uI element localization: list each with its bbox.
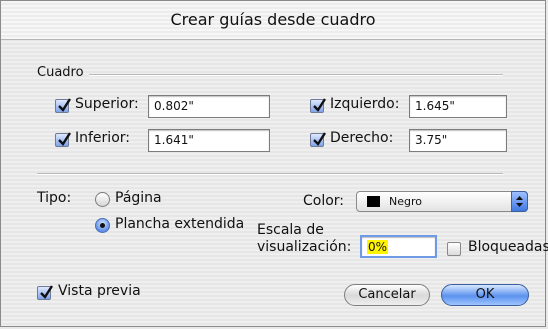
izquierdo-input[interactable]: 1.645" <box>409 95 507 118</box>
radio-plancha-extendida-label: Plancha extendida <box>115 216 245 232</box>
color-swatch <box>367 196 380 207</box>
derecho-label: Derecho: <box>330 130 394 146</box>
bloqueadas-label: Bloqueadas <box>468 239 548 255</box>
escala-label: Escala de visualización: <box>257 222 351 256</box>
derecho-input[interactable]: 3.75" <box>409 129 507 152</box>
inferior-label: Inferior: <box>75 130 130 146</box>
color-label: Color: <box>303 193 345 209</box>
cancel-button[interactable]: Cancelar <box>344 284 430 306</box>
color-select[interactable]: Negro <box>356 191 528 212</box>
tipo-label: Tipo: <box>37 190 72 206</box>
checkmark-icon <box>58 132 71 146</box>
vista-previa-checkbox[interactable] <box>37 285 53 300</box>
dialog-title: Crear guías desde cuadro <box>1 1 545 40</box>
izquierdo-label: Izquierdo: <box>330 96 400 112</box>
escala-value: 0% <box>367 240 389 254</box>
escala-label-line2: visualización: <box>257 239 352 255</box>
cuadro-group-label: Cuadro <box>37 65 84 80</box>
derecho-checkbox[interactable] <box>310 132 326 147</box>
radio-pagina[interactable] <box>95 192 110 207</box>
radio-pagina-label: Página <box>115 190 162 206</box>
escala-label-line1: Escala de <box>257 222 324 238</box>
checkmark-icon <box>40 285 53 299</box>
checkmark-icon <box>58 98 71 112</box>
izquierdo-checkbox[interactable] <box>310 98 326 113</box>
section-divider <box>37 173 503 174</box>
color-select-value: Negro <box>389 195 422 208</box>
dialog-window: Crear guías desde cuadro Cuadro Superior… <box>0 0 548 327</box>
inferior-input[interactable]: 1.641" <box>148 129 270 152</box>
bloqueadas-checkbox[interactable] <box>447 242 461 256</box>
inferior-checkbox[interactable] <box>55 132 71 147</box>
popup-arrows-icon <box>511 191 528 212</box>
checkmark-icon <box>313 98 326 112</box>
radio-plancha-extendida[interactable] <box>95 218 110 233</box>
superior-label: Superior: <box>75 96 139 112</box>
superior-input[interactable]: 0.802" <box>148 95 270 118</box>
escala-input[interactable]: 0% <box>360 235 437 258</box>
vista-previa-label: Vista previa <box>58 283 141 299</box>
cuadro-divider <box>89 74 503 75</box>
checkmark-icon <box>313 132 326 146</box>
ok-button[interactable]: OK <box>441 284 529 306</box>
superior-checkbox[interactable] <box>55 98 71 113</box>
